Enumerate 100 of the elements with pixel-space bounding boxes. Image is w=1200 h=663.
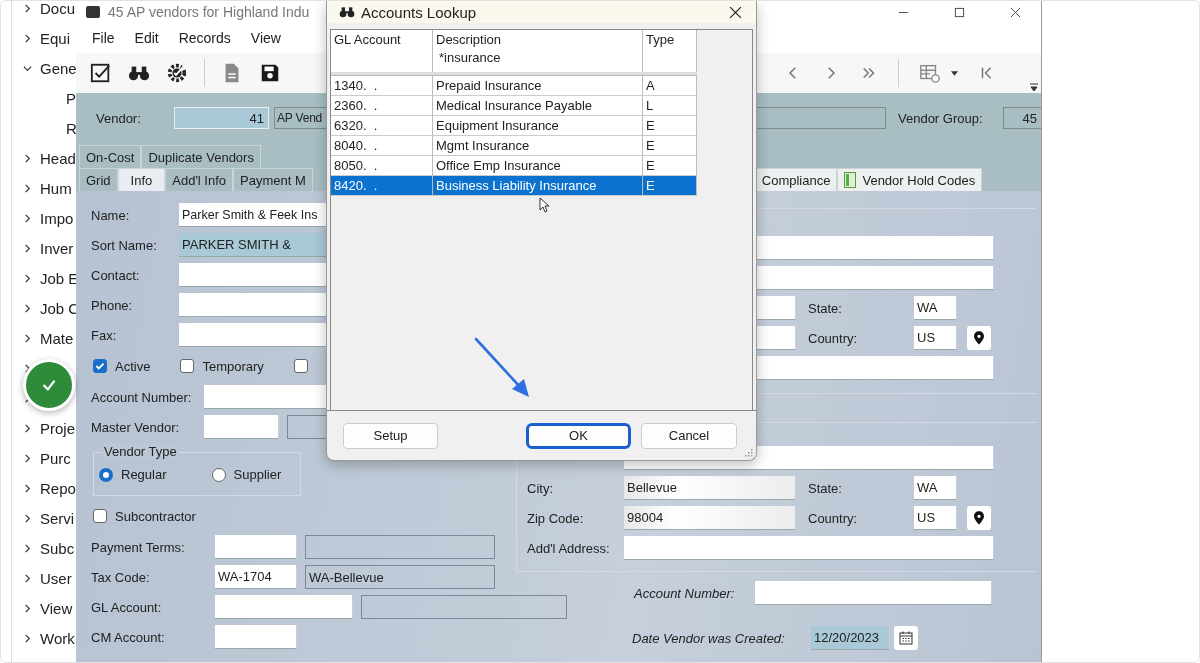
map-pin-button[interactable] [967, 326, 991, 350]
nav-item[interactable]: Work [40, 629, 75, 647]
tab[interactable]: Grid [79, 168, 118, 191]
chevron-right-icon[interactable] [23, 243, 32, 253]
additional-address-field[interactable] [624, 536, 994, 560]
dialog-button[interactable]: Cancel [641, 422, 737, 449]
nav-item[interactable]: Hum [40, 179, 72, 197]
nav-item[interactable]: Repo [40, 479, 76, 497]
vendor-number-field[interactable]: 41 [174, 107, 269, 129]
table-row[interactable]: 6320. . Equipment Insurance E [331, 116, 697, 136]
nav-item[interactable]: P [66, 89, 76, 107]
nav-item[interactable]: User [40, 569, 72, 587]
table-row[interactable]: 1340. . Prepaid Insurance A [331, 76, 697, 96]
chevron-right-icon[interactable] [23, 543, 32, 553]
cm-account-field[interactable] [215, 625, 297, 649]
tab[interactable]: Info [117, 168, 166, 191]
nav-item[interactable]: Gene [40, 59, 77, 77]
nav-item[interactable]: Purc [40, 449, 71, 467]
nav-item[interactable]: Docu [40, 1, 76, 17]
chevron-right-icon[interactable] [23, 153, 32, 163]
nav-item[interactable]: Servi [40, 509, 75, 527]
tab[interactable]: Payment M [233, 168, 313, 191]
country-field[interactable]: US [914, 506, 957, 530]
gl-account-field[interactable] [215, 595, 353, 619]
edit-checkbox-icon[interactable] [90, 62, 112, 84]
tax-code-field[interactable]: WA-1704 [215, 565, 297, 589]
filter-text[interactable]: *insurance [436, 50, 639, 65]
nav-item[interactable]: Subc [40, 539, 75, 557]
chevron-right-icon[interactable] [23, 303, 32, 313]
vendor-group-field[interactable]: 45 [1003, 107, 1041, 129]
table-row[interactable]: 8420. . Business Liability Insurance E [331, 176, 697, 196]
column-header[interactable]: GL Account [334, 32, 429, 47]
table-row[interactable]: 8040. . Mgmt Insurance E [331, 136, 697, 156]
nav-item[interactable]: Impo [40, 209, 74, 227]
map-pin-icon [974, 331, 984, 345]
tab[interactable]: Compliance [754, 168, 838, 191]
maximize-icon[interactable] [954, 6, 965, 18]
chevron-right-icon[interactable] [23, 33, 32, 43]
chevron-right-icon[interactable] [23, 603, 32, 613]
grid-settings-icon[interactable] [919, 62, 941, 84]
chevron-right-icon[interactable] [23, 183, 32, 193]
overflow-icon[interactable] [1030, 83, 1038, 91]
caret-down-icon[interactable] [951, 70, 958, 76]
resize-grip-icon[interactable] [743, 447, 753, 457]
chevron-right-icon[interactable] [23, 333, 32, 343]
nav-item[interactable]: Mate [40, 329, 74, 347]
column-header[interactable]: Type [646, 32, 693, 47]
nav-item[interactable]: Equi [40, 29, 71, 47]
menu-item[interactable]: Edit [134, 30, 159, 46]
chevron-right-icon[interactable] [23, 633, 32, 643]
table-row[interactable]: 2360. . Medical Insurance Payable L [331, 96, 697, 116]
master-vendor-field[interactable] [204, 415, 279, 439]
calendar-button[interactable] [894, 626, 918, 650]
chevron-right-icon[interactable] [23, 513, 32, 523]
state-field[interactable]: WA [914, 296, 957, 320]
menu-item[interactable]: View [250, 30, 281, 46]
tab[interactable]: Vendor Hold Codes [837, 168, 983, 191]
nav-item[interactable]: Head [40, 149, 76, 167]
chevron-right-icon[interactable] [23, 423, 32, 433]
chevron-right-icon[interactable] [23, 483, 32, 493]
tab[interactable]: Duplicate Vendors [141, 145, 261, 168]
dialog-button[interactable]: OK [526, 422, 631, 449]
radio-button[interactable] [99, 467, 113, 482]
close-icon[interactable] [729, 5, 742, 19]
menu-item[interactable]: File [92, 30, 115, 46]
nav-item[interactable]: R [66, 119, 77, 137]
tab[interactable]: Add'l Info [165, 168, 234, 191]
radio-button[interactable] [211, 467, 226, 482]
checkbox[interactable] [180, 359, 195, 373]
chevron-right-icon[interactable] [23, 273, 32, 283]
dialog-title: Accounts Lookup [361, 3, 477, 21]
city-field[interactable]: Bellevue [624, 476, 796, 500]
map-pin-button[interactable] [967, 506, 991, 530]
chevron-down-icon[interactable] [23, 63, 32, 73]
account-number-field[interactable] [755, 581, 992, 605]
nav-item[interactable]: View [40, 599, 73, 617]
column-header[interactable]: Description [436, 32, 639, 47]
chevron-right-icon[interactable] [23, 3, 32, 13]
nav-item[interactable]: Proje [40, 419, 76, 437]
table-row[interactable]: 8050. . Office Emp Insurance E [331, 156, 697, 176]
checkbox[interactable] [93, 359, 107, 373]
field-label: State: [808, 480, 843, 496]
checkbox[interactable] [93, 509, 107, 523]
gear-icon[interactable] [166, 62, 188, 84]
nav-item[interactable]: Inver [40, 239, 74, 257]
menu-item[interactable]: Records [178, 30, 231, 46]
chevron-right-icon[interactable] [23, 453, 32, 463]
tab[interactable]: On-Cost [79, 145, 142, 168]
chevron-right-icon[interactable] [23, 213, 32, 223]
save-icon[interactable] [259, 62, 281, 84]
payment-terms-field[interactable] [215, 535, 297, 559]
state-field[interactable]: WA [914, 476, 957, 500]
close-icon[interactable] [1010, 6, 1021, 18]
dialog-button[interactable]: Setup [343, 422, 438, 449]
zip-code-field[interactable]: 98004 [624, 506, 796, 530]
checkbox[interactable] [293, 359, 308, 373]
chevron-right-icon[interactable] [23, 573, 32, 583]
date-field[interactable]: 12/20/2023 [811, 626, 890, 650]
country-field[interactable]: US [914, 326, 957, 350]
field-label: Name: [91, 207, 131, 223]
